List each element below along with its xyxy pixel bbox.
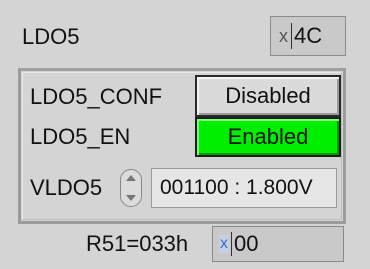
conf-label: LDO5_CONF: [30, 84, 163, 109]
text-cursor: [291, 23, 292, 49]
register-value-field[interactable]: x 00: [212, 226, 344, 262]
vldo-value-ring[interactable]: 001100 : 1.800V: [151, 168, 337, 208]
address-field[interactable]: x 4C: [270, 16, 346, 56]
register-label: R51=033h: [86, 231, 189, 256]
address-value: 4C: [294, 23, 323, 48]
text-cursor: [231, 232, 232, 256]
en-label: LDO5_EN: [30, 124, 131, 149]
panel-title: LDO5: [22, 24, 80, 49]
decrement-arrow-icon[interactable]: [126, 195, 136, 201]
vldo-spinner[interactable]: [120, 169, 142, 207]
vldo-label: VLDO5: [30, 175, 103, 200]
increment-arrow-icon[interactable]: [126, 175, 136, 181]
register-value: 00: [234, 231, 259, 256]
en-toggle-button[interactable]: Enabled: [195, 117, 341, 157]
hex-radix-prefix: x: [219, 235, 229, 253]
conf-toggle-button[interactable]: Disabled: [195, 75, 341, 117]
hex-radix-prefix: x: [279, 25, 288, 46]
